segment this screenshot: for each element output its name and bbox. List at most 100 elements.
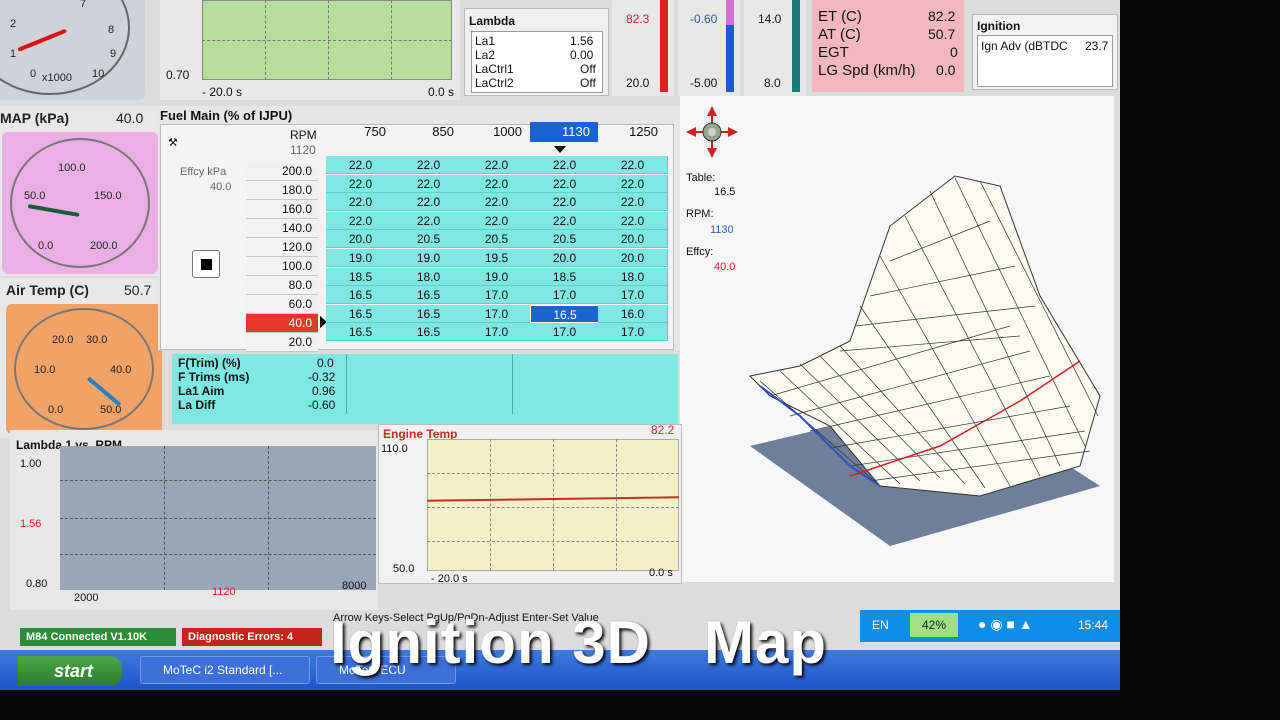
fuel-cell[interactable]: 22.0 xyxy=(326,193,396,212)
tacho-tick: 0 xyxy=(30,68,37,80)
row-header-40.0[interactable]: 40.0 xyxy=(246,314,318,333)
row-header-180.0[interactable]: 180.0 xyxy=(246,181,318,200)
fuel-cell[interactable]: 20.0 xyxy=(326,230,396,249)
fuel-cell[interactable]: 18.5 xyxy=(530,267,600,286)
fuel-cell[interactable]: 22.0 xyxy=(598,174,668,193)
column-header-750[interactable]: 750 xyxy=(326,122,394,142)
cursor-arrow-icon xyxy=(554,146,566,153)
fuel-cell[interactable]: 16.5 xyxy=(326,323,396,342)
fuel-cell[interactable]: 19.5 xyxy=(462,249,532,267)
map3d-effcy-value: 40.0 xyxy=(714,261,736,273)
tacho-unit: x1000 xyxy=(42,72,72,84)
fuel-cell[interactable]: 19.0 xyxy=(394,249,464,267)
fuel-cell[interactable]: 16.5 xyxy=(394,286,464,305)
fuel-cell[interactable]: 17.0 xyxy=(462,286,532,305)
fuel-cell[interactable]: 20.5 xyxy=(530,230,600,249)
fuel-cell[interactable]: 19.0 xyxy=(326,249,396,267)
lambda-panel: Lambda La1 1.56 La2 0.00 LaCtrl1 Off LaC… xyxy=(464,8,609,96)
column-header-850[interactable]: 850 xyxy=(394,122,462,142)
row-header-60.0[interactable]: 60.0 xyxy=(246,295,318,314)
fuel-cell[interactable]: 18.0 xyxy=(598,267,668,286)
start-label: start xyxy=(54,661,94,681)
ignition-label: Ign Adv (dBTDC xyxy=(981,39,1068,53)
start-button[interactable]: start xyxy=(18,656,122,686)
row-header-200.0[interactable]: 200.0 xyxy=(246,162,318,181)
fuel-cell[interactable]: 22.0 xyxy=(530,193,600,212)
row-header-160.0[interactable]: 160.0 xyxy=(246,200,318,219)
fuel-cell[interactable]: 20.0 xyxy=(598,249,668,267)
lambda-rpm-chart: Lambda 1 vs. RPM 1.00 1.56 0.80 2000 112… xyxy=(10,430,378,610)
fuel-cell[interactable]: 22.0 xyxy=(530,211,600,230)
fuel-cell[interactable]: 17.0 xyxy=(530,286,600,305)
column-header-1000[interactable]: 1000 xyxy=(462,122,530,142)
trim-value: -0.60 xyxy=(308,398,336,412)
fuel-cell[interactable]: 16.0 xyxy=(598,304,668,323)
fuel-cell[interactable]: 22.0 xyxy=(530,174,600,193)
row-header-80.0[interactable]: 80.0 xyxy=(246,276,318,295)
diagnostic-errors-button[interactable]: Diagnostic Errors: 4 xyxy=(182,628,322,646)
fuel-cell[interactable]: 16.5 xyxy=(394,323,464,342)
fuel-cell[interactable]: 22.0 xyxy=(598,193,668,212)
fuel-cell[interactable]: 18.0 xyxy=(394,267,464,286)
tray-icons[interactable]: ● ◉ ■ ▲ xyxy=(978,616,1033,633)
fuel-cell[interactable]: 22.0 xyxy=(394,193,464,212)
lambda-x-mid: 1120 xyxy=(212,586,236,598)
lambda-row-label: LaCtrl2 xyxy=(475,76,514,90)
taskbar-item-label: MoTeC i2 Standard [... xyxy=(163,663,283,677)
wrench-icon[interactable]: ⚒ xyxy=(168,136,178,149)
column-header-1130[interactable]: 1130 xyxy=(530,122,598,142)
lambda-row-label: La2 xyxy=(475,48,496,62)
ignition-title: Ignition xyxy=(977,19,1021,33)
fuel-cell[interactable]: 17.0 xyxy=(598,286,668,305)
fuel-cell[interactable]: 22.0 xyxy=(598,156,668,174)
engine-temp-value: 82.2 xyxy=(651,423,675,437)
ignition-3d-surface[interactable] xyxy=(740,166,1110,556)
fuel-cell[interactable]: 16.5 xyxy=(530,304,600,323)
row-header-140.0[interactable]: 140.0 xyxy=(246,219,318,238)
bar-gauge-bottom: 20.0 xyxy=(626,76,650,90)
fuel-cell[interactable]: 22.0 xyxy=(530,156,600,174)
fuel-cell[interactable]: 22.0 xyxy=(462,211,532,230)
row-header-20.0[interactable]: 20.0 xyxy=(246,333,318,352)
fuel-cell[interactable]: 18.5 xyxy=(326,267,396,286)
fuel-cell[interactable]: 17.0 xyxy=(462,323,532,342)
fuel-cell[interactable]: 22.0 xyxy=(326,211,396,230)
trim-label: La1 Aim xyxy=(178,384,225,398)
fuel-cell[interactable]: 22.0 xyxy=(326,156,396,174)
fuel-cell[interactable]: 22.0 xyxy=(394,174,464,193)
fuel-cell[interactable]: 19.0 xyxy=(462,267,532,286)
language-indicator[interactable]: EN xyxy=(872,618,889,632)
fuel-cell[interactable]: 22.0 xyxy=(598,211,668,230)
air-temp-gauge: Air Temp (C) 50.7 20.0 30.0 10.0 40.0 0.… xyxy=(0,278,162,438)
fuel-cell[interactable]: 22.0 xyxy=(394,211,464,230)
fuel-cell[interactable]: 16.5 xyxy=(326,304,396,323)
row-header-100.0[interactable]: 100.0 xyxy=(246,257,318,276)
fuel-cell[interactable]: 20.5 xyxy=(462,230,532,249)
fuel-cell[interactable]: 20.0 xyxy=(598,230,668,249)
column-header-1250[interactable]: 1250 xyxy=(598,122,666,142)
taskbar-item-motec-i2[interactable]: MoTeC i2 Standard [... xyxy=(140,656,310,684)
connected-badge: M84 Connected V1.10K xyxy=(20,628,176,646)
fuel-cell[interactable]: 22.0 xyxy=(462,156,532,174)
mini-chart-y-label: 0.70 xyxy=(166,68,190,82)
fuel-cell[interactable]: 17.0 xyxy=(530,323,600,342)
clock: 15:44 xyxy=(1078,618,1109,632)
fuel-cell[interactable]: 16.5 xyxy=(326,286,396,305)
stop-icon xyxy=(201,259,212,270)
row-header-120.0[interactable]: 120.0 xyxy=(246,238,318,257)
lambda-row-value: 0.00 xyxy=(570,48,594,62)
tacho-gauge: 7 2 8 1 9 0 x1000 10 xyxy=(0,0,145,100)
fuel-cell[interactable]: 22.0 xyxy=(462,174,532,193)
fuel-cell[interactable]: 22.0 xyxy=(394,156,464,174)
battery-indicator[interactable]: 42% xyxy=(910,613,958,637)
fuel-cell[interactable]: 16.5 xyxy=(394,304,464,323)
fuel-cell[interactable]: 20.0 xyxy=(530,249,600,267)
mini-chart-x-label: - 20.0 s xyxy=(202,85,243,99)
fuel-cell[interactable]: 22.0 xyxy=(326,174,396,193)
move-arrows-icon[interactable] xyxy=(684,104,740,160)
fuel-cell[interactable]: 17.0 xyxy=(598,323,668,342)
fuel-cell[interactable]: 17.0 xyxy=(462,304,532,323)
fuel-cell[interactable]: 20.5 xyxy=(394,230,464,249)
stop-button[interactable] xyxy=(192,250,220,278)
fuel-cell[interactable]: 22.0 xyxy=(462,193,532,212)
